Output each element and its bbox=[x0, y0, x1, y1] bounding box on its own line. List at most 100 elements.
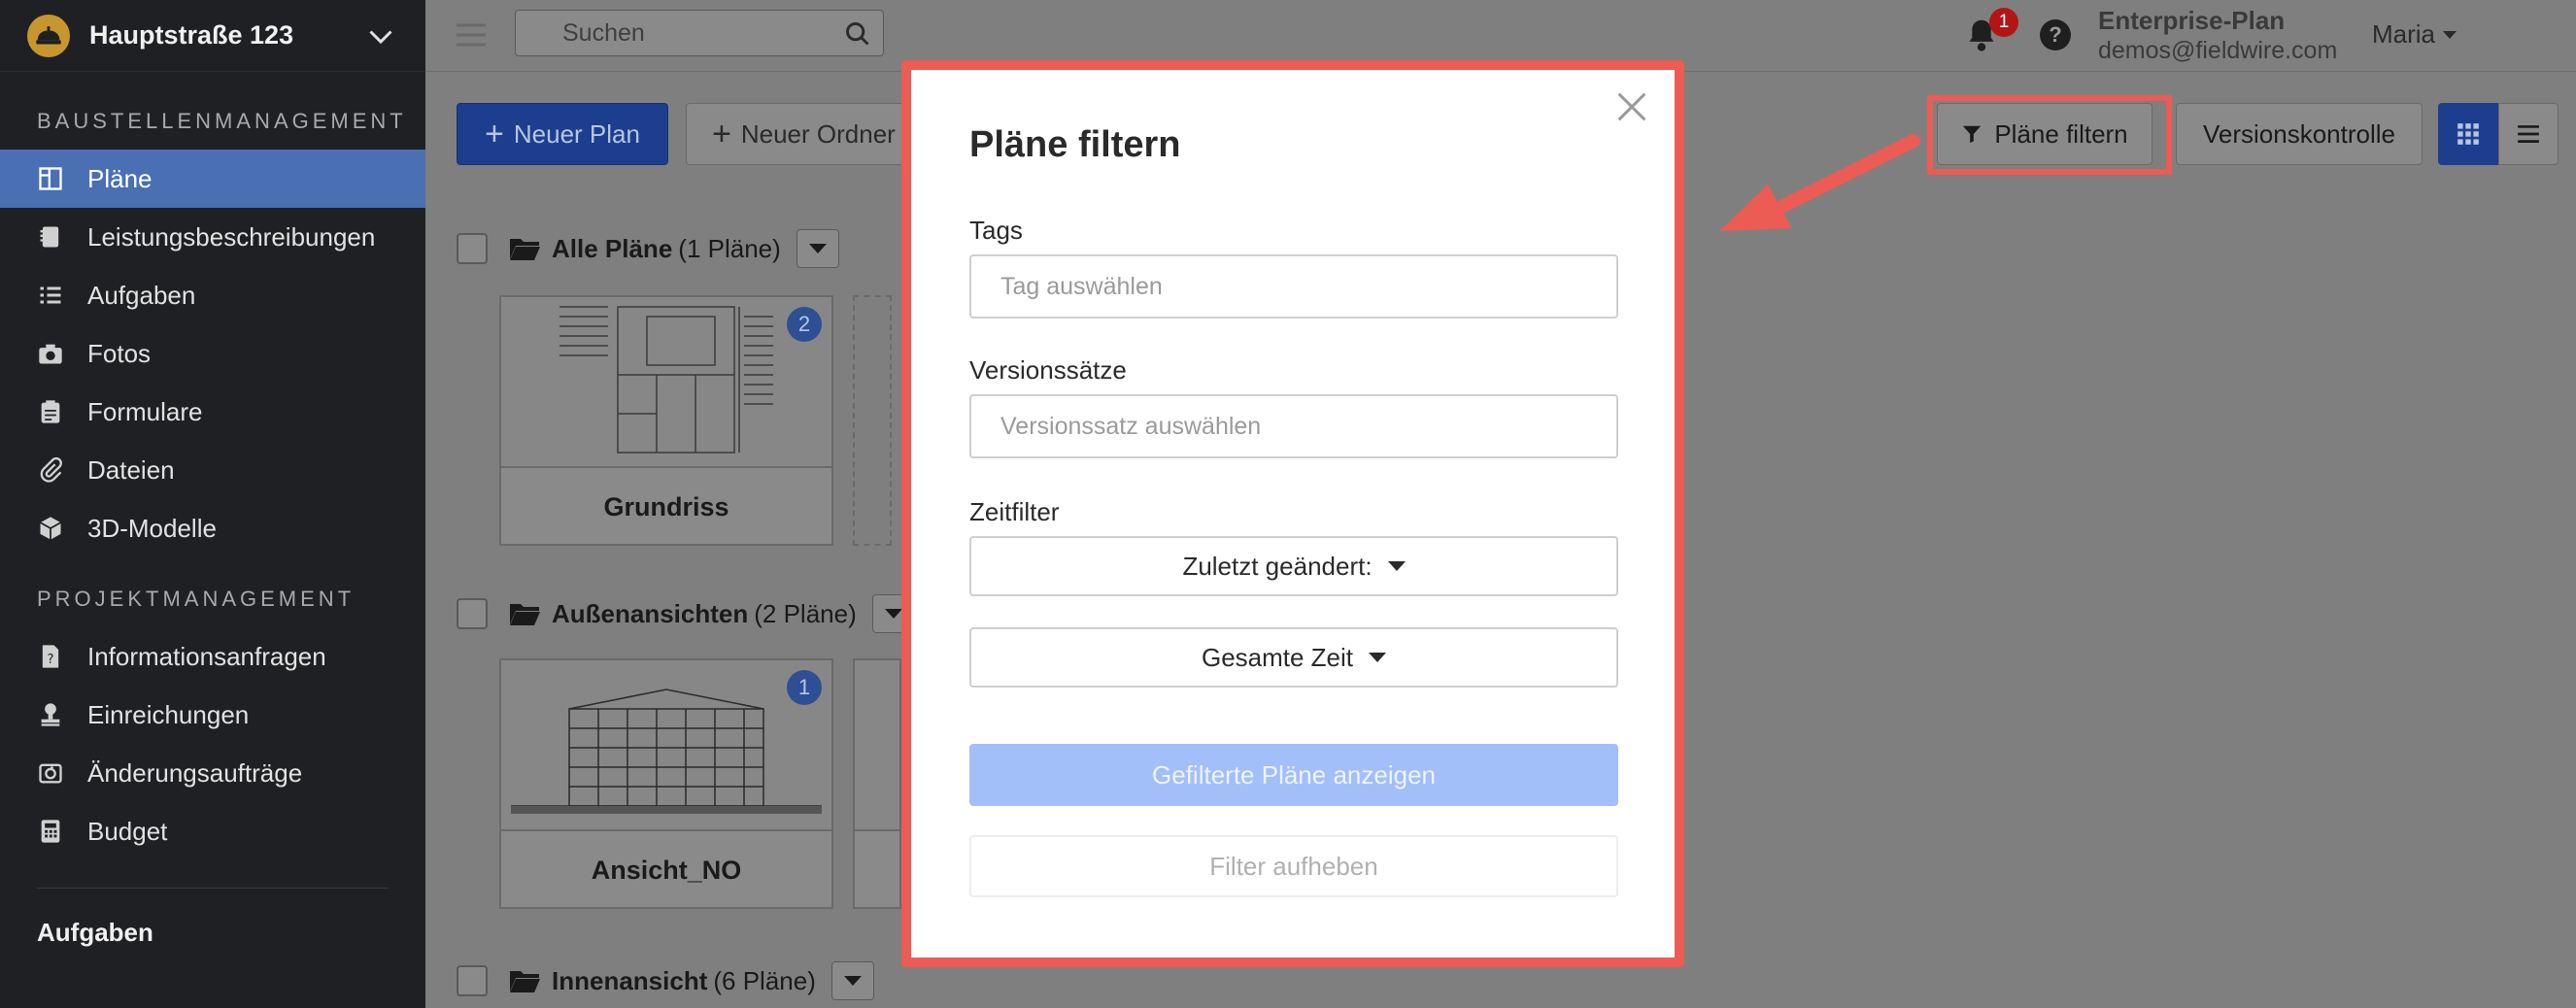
folder-dropdown-button[interactable] bbox=[796, 229, 839, 268]
plan-thumbnail: 2 bbox=[501, 297, 831, 468]
filter-plans-modal: Pläne filtern Tags Tag auswählen Version… bbox=[901, 60, 1684, 967]
folder-name[interactable]: Außenansichten bbox=[552, 599, 748, 629]
add-plan-placeholder[interactable] bbox=[853, 295, 892, 546]
sidebar-item-rfis[interactable]: ? Informationsanfragen bbox=[0, 627, 425, 686]
list-icon bbox=[37, 282, 64, 309]
sidebar-item-label: 3D-Modelle bbox=[87, 513, 217, 543]
plans-icon bbox=[37, 165, 64, 192]
sidebar-item-label: Budget bbox=[87, 816, 168, 846]
grid-view-button[interactable] bbox=[2438, 103, 2498, 165]
folder-dropdown-button[interactable] bbox=[830, 961, 874, 1000]
sidebar-item-label: Aufgaben bbox=[87, 280, 196, 310]
change-order-icon bbox=[37, 759, 64, 787]
tags-placeholder: Tag auswählen bbox=[1000, 272, 1163, 300]
version-sets-placeholder: Versionssatz auswählen bbox=[1000, 412, 1262, 440]
folder-name[interactable]: Alle Pläne bbox=[552, 234, 672, 264]
search-placeholder: Suchen bbox=[562, 18, 645, 47]
list-view-button[interactable] bbox=[2498, 103, 2559, 165]
folder-count: (2 Pläne) bbox=[754, 598, 857, 628]
account-email: demos@fieldwire.com bbox=[2098, 37, 2338, 64]
caret-down-icon bbox=[808, 244, 827, 253]
folder-name[interactable]: Innenansicht bbox=[552, 966, 707, 996]
user-menu[interactable]: Maria bbox=[2372, 19, 2457, 50]
tags-select[interactable]: Tag auswählen bbox=[969, 254, 1618, 319]
search-icon[interactable] bbox=[844, 20, 871, 48]
project-name: Hauptstraße 123 bbox=[89, 20, 294, 50]
caret-down-icon bbox=[1369, 653, 1387, 662]
time-range-select[interactable]: Gesamte Zeit bbox=[969, 627, 1618, 688]
calculator-icon bbox=[37, 818, 64, 845]
time-range-value: Gesamte Zeit bbox=[1201, 642, 1354, 672]
clear-filter-button[interactable]: Filter aufheben bbox=[969, 835, 1618, 897]
sidebar-item-plans[interactable]: Pläne bbox=[0, 150, 425, 208]
tags-label: Tags bbox=[969, 216, 1023, 245]
floorplan-drawing-icon bbox=[559, 306, 773, 454]
caret-down-icon bbox=[2443, 30, 2457, 39]
user-name: Maria bbox=[2372, 19, 2436, 49]
folder-row: Alle Pläne (1 Pläne) bbox=[457, 229, 839, 268]
sidebar-item-label: Einreichungen bbox=[87, 699, 250, 729]
plan-card[interactable] bbox=[853, 658, 901, 909]
sidebar-item-label: Fotos bbox=[87, 338, 152, 368]
new-plan-button[interactable]: + Neuer Plan bbox=[457, 103, 668, 165]
help-icon[interactable]: ? bbox=[2040, 19, 2071, 50]
caret-down-icon bbox=[843, 976, 862, 986]
clipboard-icon bbox=[37, 398, 64, 425]
notebook-icon bbox=[37, 223, 64, 251]
sidebar-item-tasks[interactable]: Aufgaben bbox=[0, 266, 425, 324]
elevation-drawing-icon bbox=[511, 689, 822, 814]
sidebar-item-forms[interactable]: Formulare bbox=[0, 383, 425, 441]
sidebar-item-label: Informationsanfragen bbox=[87, 641, 326, 671]
hamburger-icon[interactable] bbox=[457, 21, 486, 49]
version-control-label: Versionskontrolle bbox=[2203, 118, 2395, 149]
folder-checkbox[interactable] bbox=[457, 598, 488, 629]
stamp-icon bbox=[37, 701, 64, 728]
chevron-down-icon[interactable] bbox=[363, 18, 398, 53]
sidebar-item-files[interactable]: Dateien bbox=[0, 441, 425, 499]
search-input[interactable]: Suchen bbox=[515, 10, 884, 56]
sidebar-bottom-heading[interactable]: Aufgaben bbox=[0, 918, 425, 948]
sidebar: Hauptstraße 123 BAUSTELLENMANAGEMENT Plä… bbox=[0, 0, 425, 1008]
project-switcher[interactable]: Hauptstraße 123 bbox=[0, 0, 425, 72]
hardhat-logo-icon bbox=[27, 14, 70, 57]
filter-button-highlight bbox=[1927, 95, 2172, 175]
version-count-badge: 1 bbox=[787, 670, 822, 705]
pointer-arrow-icon bbox=[1719, 134, 1920, 231]
folder-count: (6 Pläne) bbox=[713, 965, 816, 995]
sidebar-divider bbox=[37, 888, 389, 889]
version-control-button[interactable]: Versionskontrolle bbox=[2176, 103, 2423, 165]
version-sets-select[interactable]: Versionssatz auswählen bbox=[969, 394, 1618, 458]
document-question-icon: ? bbox=[37, 643, 64, 670]
svg-text:?: ? bbox=[48, 653, 54, 667]
sidebar-item-3d-models[interactable]: 3D-Modelle bbox=[0, 499, 425, 557]
plus-icon: + bbox=[485, 115, 504, 152]
plan-title: Grundriss bbox=[603, 491, 729, 521]
sidebar-item-label: Formulare bbox=[87, 396, 203, 426]
sidebar-item-budget[interactable]: Budget bbox=[0, 802, 425, 860]
close-icon[interactable] bbox=[1612, 87, 1651, 126]
sidebar-item-submittals[interactable]: Einreichungen bbox=[0, 686, 425, 744]
folder-open-icon bbox=[510, 604, 540, 625]
plan-name: Enterprise-Plan bbox=[2098, 6, 2286, 35]
new-folder-button[interactable]: + Neuer Ordner bbox=[686, 103, 911, 165]
sidebar-item-specifications[interactable]: Leistungsbeschreibungen bbox=[0, 208, 425, 266]
version-sets-label: Versionssätze bbox=[969, 355, 1127, 385]
caret-down-icon bbox=[884, 609, 902, 619]
sidebar-item-photos[interactable]: Fotos bbox=[0, 324, 425, 383]
plan-card[interactable]: 2 Grundriss bbox=[499, 295, 833, 546]
folder-open-icon bbox=[510, 971, 540, 992]
section-heading-site: BAUSTELLENMANAGEMENT bbox=[37, 109, 407, 133]
paperclip-icon bbox=[37, 456, 64, 484]
plan-card[interactable]: 1 Ansicht_NO bbox=[499, 658, 833, 909]
sidebar-item-change-orders[interactable]: Änderungsaufträge bbox=[0, 744, 425, 802]
show-filtered-plans-button[interactable]: Gefilterte Pläne anzeigen bbox=[969, 744, 1618, 806]
cube-icon bbox=[37, 515, 64, 542]
folder-checkbox[interactable] bbox=[457, 233, 488, 264]
sidebar-item-label: Leistungsbeschreibungen bbox=[87, 221, 376, 252]
folder-checkbox[interactable] bbox=[457, 965, 488, 996]
version-count-badge: 2 bbox=[787, 307, 822, 342]
last-modified-select[interactable]: Zuletzt geändert: bbox=[969, 536, 1618, 596]
sidebar-item-label: Pläne bbox=[87, 163, 153, 193]
folder-row: Außenansichten (2 Pläne) bbox=[457, 594, 915, 633]
plus-icon: + bbox=[712, 115, 731, 152]
